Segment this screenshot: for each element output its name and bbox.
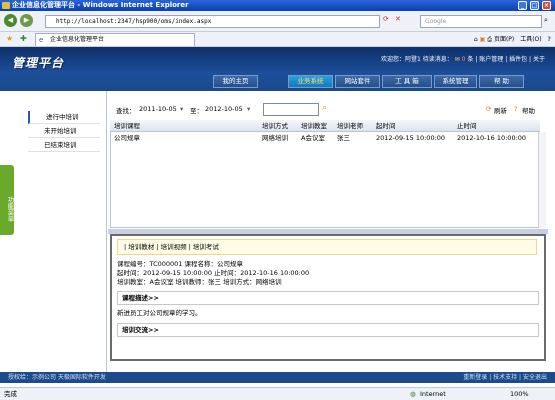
help-icon[interactable]: ? [514, 105, 517, 113]
add-favorites-icon[interactable]: ✚ [20, 34, 27, 43]
grid-header: 培训课程 培训方式 培训教室 培训老师 起时间 止时间 [110, 120, 540, 132]
relogin-link[interactable]: 重新登录 [463, 374, 487, 381]
window-titlebar: 企业信息化管理平台 - Windows Internet Explorer _ … [0, 0, 555, 11]
zone-text: Internet [420, 390, 446, 398]
close-button[interactable]: × [542, 1, 551, 10]
from-chevron-down-icon[interactable]: ▾ [180, 105, 183, 113]
to-label: 至： [190, 107, 203, 115]
page-menu[interactable]: 页面(P) [494, 36, 514, 43]
to-chevron-down-icon[interactable]: ▾ [247, 105, 250, 113]
menu-system[interactable]: 系统管理 [434, 75, 477, 88]
zoom-level[interactable]: 100% [510, 388, 529, 400]
plugin-link[interactable]: 插件包 [509, 56, 527, 63]
menu-website[interactable]: 网站套件 [335, 75, 380, 88]
forward-button[interactable]: ▶ [20, 14, 33, 27]
refresh-button[interactable]: 刷新 [494, 105, 507, 115]
home-icon[interactable]: ⌂ [474, 36, 478, 43]
help-menu[interactable]: ? [548, 36, 551, 43]
sidebar-item-ongoing[interactable]: 进行中培训 [28, 111, 100, 124]
from-date-select[interactable]: 2011-10-05 [139, 105, 177, 113]
sidebar-item-upcoming[interactable]: 未开始培训 [28, 125, 100, 138]
mail-icon: ✉ [454, 56, 460, 63]
cell-room: A会议室 [301, 134, 325, 142]
url-field[interactable]: http://localhost:2347/hsp900/oms/index.a… [45, 15, 380, 28]
function-menu-tab[interactable]: 功能菜单 [0, 165, 14, 235]
browser-tab[interactable]: e 企业信息化管理平台 [35, 33, 195, 46]
back-button[interactable]: ◀ [4, 14, 17, 27]
teacher-info-line: 培训教室：A会议室 培训教师：张三 培训方式：网络培训 [117, 278, 282, 286]
stop-icon[interactable]: ✕ [395, 15, 401, 23]
time-info-line: 起时间：2012-09-15 10:00:00 止时间：2012-10-16 1… [117, 269, 310, 277]
page-icon: e [39, 36, 44, 44]
tools-menu[interactable]: 工具(O) [520, 36, 541, 43]
globe-icon: ◍ [410, 390, 416, 398]
keyword-input[interactable] [263, 103, 319, 116]
col-room[interactable]: 培训教室 [301, 120, 327, 132]
course-description-header[interactable]: 课程描述>> [117, 291, 539, 305]
address-bar: ◀ ▶ http://localhost:2347/hsp900/oms/ind… [0, 11, 555, 32]
cell-method: 网络培训 [262, 134, 288, 142]
left-sidebar: 进行中培训 未开始培训 已结束培训 [0, 91, 107, 372]
message-unit: 条 [467, 56, 474, 63]
welcome-bar: 欢迎您：阿登1 待读消息： ✉ 0 条 | 账户管理 | 插件包 | 关于 [381, 56, 545, 63]
sidebar-item-finished[interactable]: 已结束培训 [28, 139, 100, 152]
minimize-button[interactable]: _ [518, 1, 527, 10]
col-start[interactable]: 起时间 [376, 120, 396, 132]
support-link[interactable]: 技术支持 [493, 374, 517, 381]
table-row[interactable]: 公司规章 网络培训 A会议室 张三 2012-09-15 10:00:00 20… [111, 132, 538, 144]
help-button[interactable]: 帮助 [522, 105, 535, 115]
command-bar: ⌂ ▣ ⎙ 页面(P) 工具(O) ? [474, 34, 551, 45]
menu-home[interactable]: 我的主页 [213, 75, 258, 88]
cell-end: 2012-10-16 10:00:00 [457, 134, 527, 142]
welcome-text: 欢迎您：阿登1 待读消息： [381, 56, 453, 63]
about-link[interactable]: 关于 [533, 56, 545, 63]
cell-course: 公司规章 [114, 134, 140, 142]
refresh-icon[interactable]: ⟳ [383, 15, 389, 23]
window-title: 企业信息化管理平台 - Windows Internet Explorer [12, 1, 189, 9]
cell-teacher: 张三 [337, 134, 350, 142]
search-input[interactable]: Google [420, 15, 542, 28]
menu-business[interactable]: 业务系统 [288, 75, 333, 88]
refresh-icon[interactable]: ⟳ [486, 105, 491, 113]
col-end[interactable]: 止时间 [457, 120, 477, 132]
training-exchange-header[interactable]: 培训交流>> [117, 323, 539, 337]
status-text: 完成 [4, 390, 17, 398]
query-label: 查找： [116, 107, 136, 115]
col-method[interactable]: 培训方式 [262, 120, 288, 132]
menu-help[interactable]: 帮 助 [479, 75, 524, 88]
app-footer: 授权给：示例公司 天极国际软件开发 重新登录 | 技术支持 | 安全退出 [0, 372, 555, 383]
favorites-star-icon[interactable]: ★ [6, 34, 13, 43]
favorites-bar: ★ ✚ e 企业信息化管理平台 ⌂ ▣ ⎙ 页面(P) 工具(O) ? [0, 32, 555, 47]
col-teacher[interactable]: 培训老师 [337, 120, 363, 132]
grid-scrollbar[interactable] [538, 132, 546, 228]
ie-icon [2, 2, 10, 9]
logout-link[interactable]: 安全退出 [523, 374, 547, 381]
col-course[interactable]: 培训课程 [114, 120, 140, 132]
status-bar: 完成 ◍ Internet 100% [0, 387, 555, 400]
app-logo: 管理平台 [12, 56, 65, 70]
menu-toolbox[interactable]: 工 具 箱 [382, 75, 432, 88]
detail-tabs[interactable]: | 培训教材 | 培训视频 | 培训考试 [117, 239, 537, 255]
cell-start: 2012-09-15 10:00:00 [376, 134, 446, 142]
course-info-line: 课程编号：TC000001 课程名称：公司规章 [117, 260, 244, 268]
search-icon[interactable]: ⌕ [544, 16, 548, 25]
account-link[interactable]: 账户管理 [479, 56, 503, 63]
license-text: 授权给：示例公司 天极国际软件开发 [8, 374, 106, 381]
print-icon[interactable]: ⎙ [487, 36, 494, 43]
query-toolbar: 查找： 2011-10-05 ▾ 至： 2012-10-05 ▾ ⌕ ⟳ 刷新 … [108, 102, 548, 118]
tab-title: 企业信息化管理平台 [50, 36, 105, 43]
message-count[interactable]: 0 [462, 56, 466, 63]
search-icon[interactable]: ⌕ [322, 103, 327, 113]
to-date-select[interactable]: 2012-10-05 [205, 105, 243, 113]
course-description-text: 新进员工对公司规章的学习。 [117, 309, 202, 317]
maximize-button[interactable]: □ [530, 1, 539, 10]
